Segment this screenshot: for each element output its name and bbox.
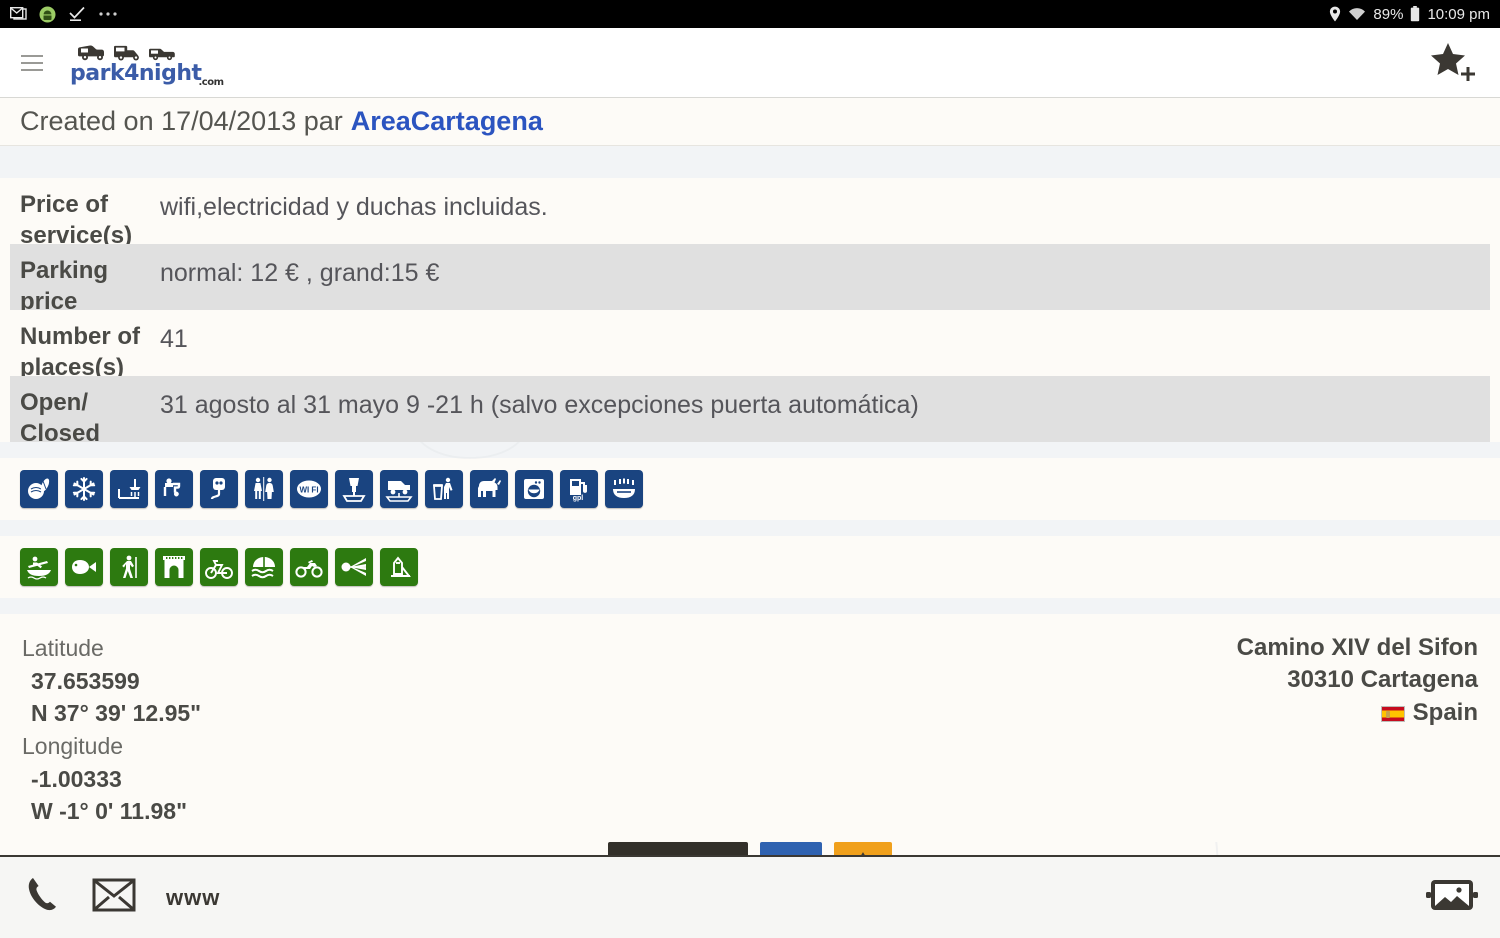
location-pin-icon bbox=[1329, 6, 1341, 22]
place-detail-scroll[interactable]: Created on 17/04/2013 par AreaCartagena … bbox=[0, 98, 1500, 855]
logo-name: park4night bbox=[70, 60, 202, 86]
longitude-dms: W -1° 0' 11.98" bbox=[31, 798, 187, 825]
cycling-mountain-bike-icon[interactable] bbox=[200, 548, 238, 586]
envelope-icon[interactable] bbox=[92, 877, 136, 918]
boating-canoe-icon[interactable] bbox=[20, 548, 58, 586]
activities-icon-row bbox=[0, 536, 1500, 598]
table-row: Open/ Closed 31 agosto al 31 mayo 9 -21 … bbox=[10, 376, 1490, 442]
longitude-label: Longitude bbox=[22, 732, 124, 759]
address-line-2: 30310 Cartagena bbox=[1287, 666, 1478, 694]
bottom-toolbar: www bbox=[0, 855, 1500, 938]
detail-label: Open/ Closed bbox=[20, 389, 101, 442]
shower-icon[interactable] bbox=[110, 470, 148, 508]
android-icon bbox=[39, 6, 56, 23]
mail-icon bbox=[10, 7, 27, 21]
section-separator bbox=[0, 598, 1500, 614]
detail-value: wifi,electricidad y duchas incluidas. bbox=[160, 193, 548, 221]
detail-value: normal: 12 € , grand:15 € bbox=[160, 259, 440, 287]
report-button[interactable] bbox=[834, 841, 892, 855]
svg-text:gpl: gpl bbox=[573, 495, 584, 502]
drinking-water-tap-icon[interactable] bbox=[155, 470, 193, 508]
table-row: Parking price normal: 12 € , grand:15 € bbox=[10, 244, 1490, 310]
boules-petanque-icon[interactable] bbox=[20, 470, 58, 508]
country-line: Spain bbox=[1237, 697, 1478, 729]
motocross-quad-icon[interactable] bbox=[290, 548, 328, 586]
created-on-label: Created on 17/04/2013 par bbox=[20, 106, 343, 136]
coordinates[interactable]: Latitude 37.653599 N 37° 39' 12.95" Long… bbox=[22, 632, 201, 828]
directions-button[interactable] bbox=[760, 841, 822, 855]
logo-domain: .com bbox=[198, 76, 224, 88]
website-link[interactable]: www bbox=[166, 885, 220, 911]
table-row: Price of service(s) wifi,electricidad y … bbox=[10, 178, 1490, 244]
logo-wordmark: park4night .com bbox=[70, 60, 224, 87]
hamburger-menu-icon[interactable] bbox=[4, 54, 60, 71]
park4night-logo[interactable]: park4night .com bbox=[70, 41, 224, 87]
clock-label: 10:09 pm bbox=[1427, 5, 1490, 23]
android-status-bar: 89% 10:09 pm bbox=[0, 0, 1500, 28]
created-by-bar: Created on 17/04/2013 par AreaCartagena bbox=[0, 98, 1500, 146]
playground-slide-icon[interactable] bbox=[380, 548, 418, 586]
monument-sightseeing-icon[interactable] bbox=[155, 548, 193, 586]
svg-text:WI FI: WI FI bbox=[299, 486, 318, 495]
app-header: park4night .com bbox=[0, 28, 1500, 98]
spain-flag-icon bbox=[1380, 705, 1405, 722]
wifi-icon bbox=[1348, 7, 1366, 21]
latitude-label: Latitude bbox=[22, 635, 104, 661]
contact-actions: www bbox=[22, 874, 1426, 921]
detail-label: Number of places(s) bbox=[20, 323, 140, 376]
laundry-washing-machine-icon[interactable] bbox=[515, 470, 553, 508]
im-here-button[interactable]: I'M bbox=[608, 841, 748, 855]
hiking-walking-icon[interactable] bbox=[110, 548, 148, 586]
services-icon-row: WI FI gpl bbox=[0, 458, 1500, 520]
detail-value: 41 bbox=[160, 325, 188, 353]
star-plus-icon[interactable] bbox=[1428, 39, 1482, 87]
fishing-icon[interactable] bbox=[65, 548, 103, 586]
grey-water-disposal-icon[interactable] bbox=[380, 470, 418, 508]
address-block: Camino XIV del Sifon 30310 Cartagena Spa… bbox=[1237, 632, 1478, 828]
section-separator bbox=[0, 442, 1500, 458]
pets-dog-icon[interactable] bbox=[470, 470, 508, 508]
swimming-beach-icon[interactable] bbox=[245, 548, 283, 586]
country-label: Spain bbox=[1412, 698, 1478, 726]
battery-icon bbox=[1410, 6, 1420, 22]
checkmark-icon bbox=[68, 6, 86, 22]
author-link[interactable]: AreaCartagena bbox=[351, 106, 543, 137]
hunting-icon[interactable] bbox=[335, 548, 373, 586]
photo-gallery-icon[interactable] bbox=[1426, 877, 1478, 918]
garbage-bin-icon[interactable] bbox=[425, 470, 463, 508]
longitude-decimal: -1.00333 bbox=[31, 765, 122, 792]
black-water-disposal-icon[interactable] bbox=[335, 470, 373, 508]
electricity-plug-icon[interactable] bbox=[200, 470, 238, 508]
toilets-icon[interactable] bbox=[245, 470, 283, 508]
table-row: Number of places(s) 41 bbox=[10, 310, 1490, 376]
wifi-icon[interactable]: WI FI bbox=[290, 470, 328, 508]
action-buttons: I'M bbox=[0, 841, 1500, 855]
detail-label: Price of service(s) bbox=[20, 191, 133, 244]
section-separator bbox=[0, 146, 1500, 178]
section-separator bbox=[0, 520, 1500, 536]
phone-icon[interactable] bbox=[22, 874, 62, 921]
detail-value: 31 agosto al 31 mayo 9 -21 h (salvo exce… bbox=[160, 391, 919, 419]
status-bar-notifications bbox=[10, 6, 1329, 23]
status-bar-system: 89% 10:09 pm bbox=[1329, 6, 1490, 23]
detail-label: Parking price bbox=[20, 257, 109, 310]
gpl-gas-station-icon[interactable]: gpl bbox=[560, 470, 598, 508]
latitude-dms: N 37° 39' 12.95" bbox=[31, 700, 202, 727]
latitude-decimal: 37.653599 bbox=[31, 667, 140, 694]
car-wash-icon[interactable] bbox=[605, 470, 643, 508]
camper-vans-icon bbox=[76, 41, 202, 61]
battery-percent-label: 89% bbox=[1373, 5, 1404, 23]
address-line-1: Camino XIV del Sifon bbox=[1236, 634, 1478, 661]
more-icon bbox=[98, 11, 118, 17]
snowflake-winter-icon[interactable] bbox=[65, 470, 103, 508]
detail-table: Price of service(s) wifi,electricidad y … bbox=[10, 178, 1490, 442]
location-block: Latitude 37.653599 N 37° 39' 12.95" Long… bbox=[0, 614, 1500, 842]
